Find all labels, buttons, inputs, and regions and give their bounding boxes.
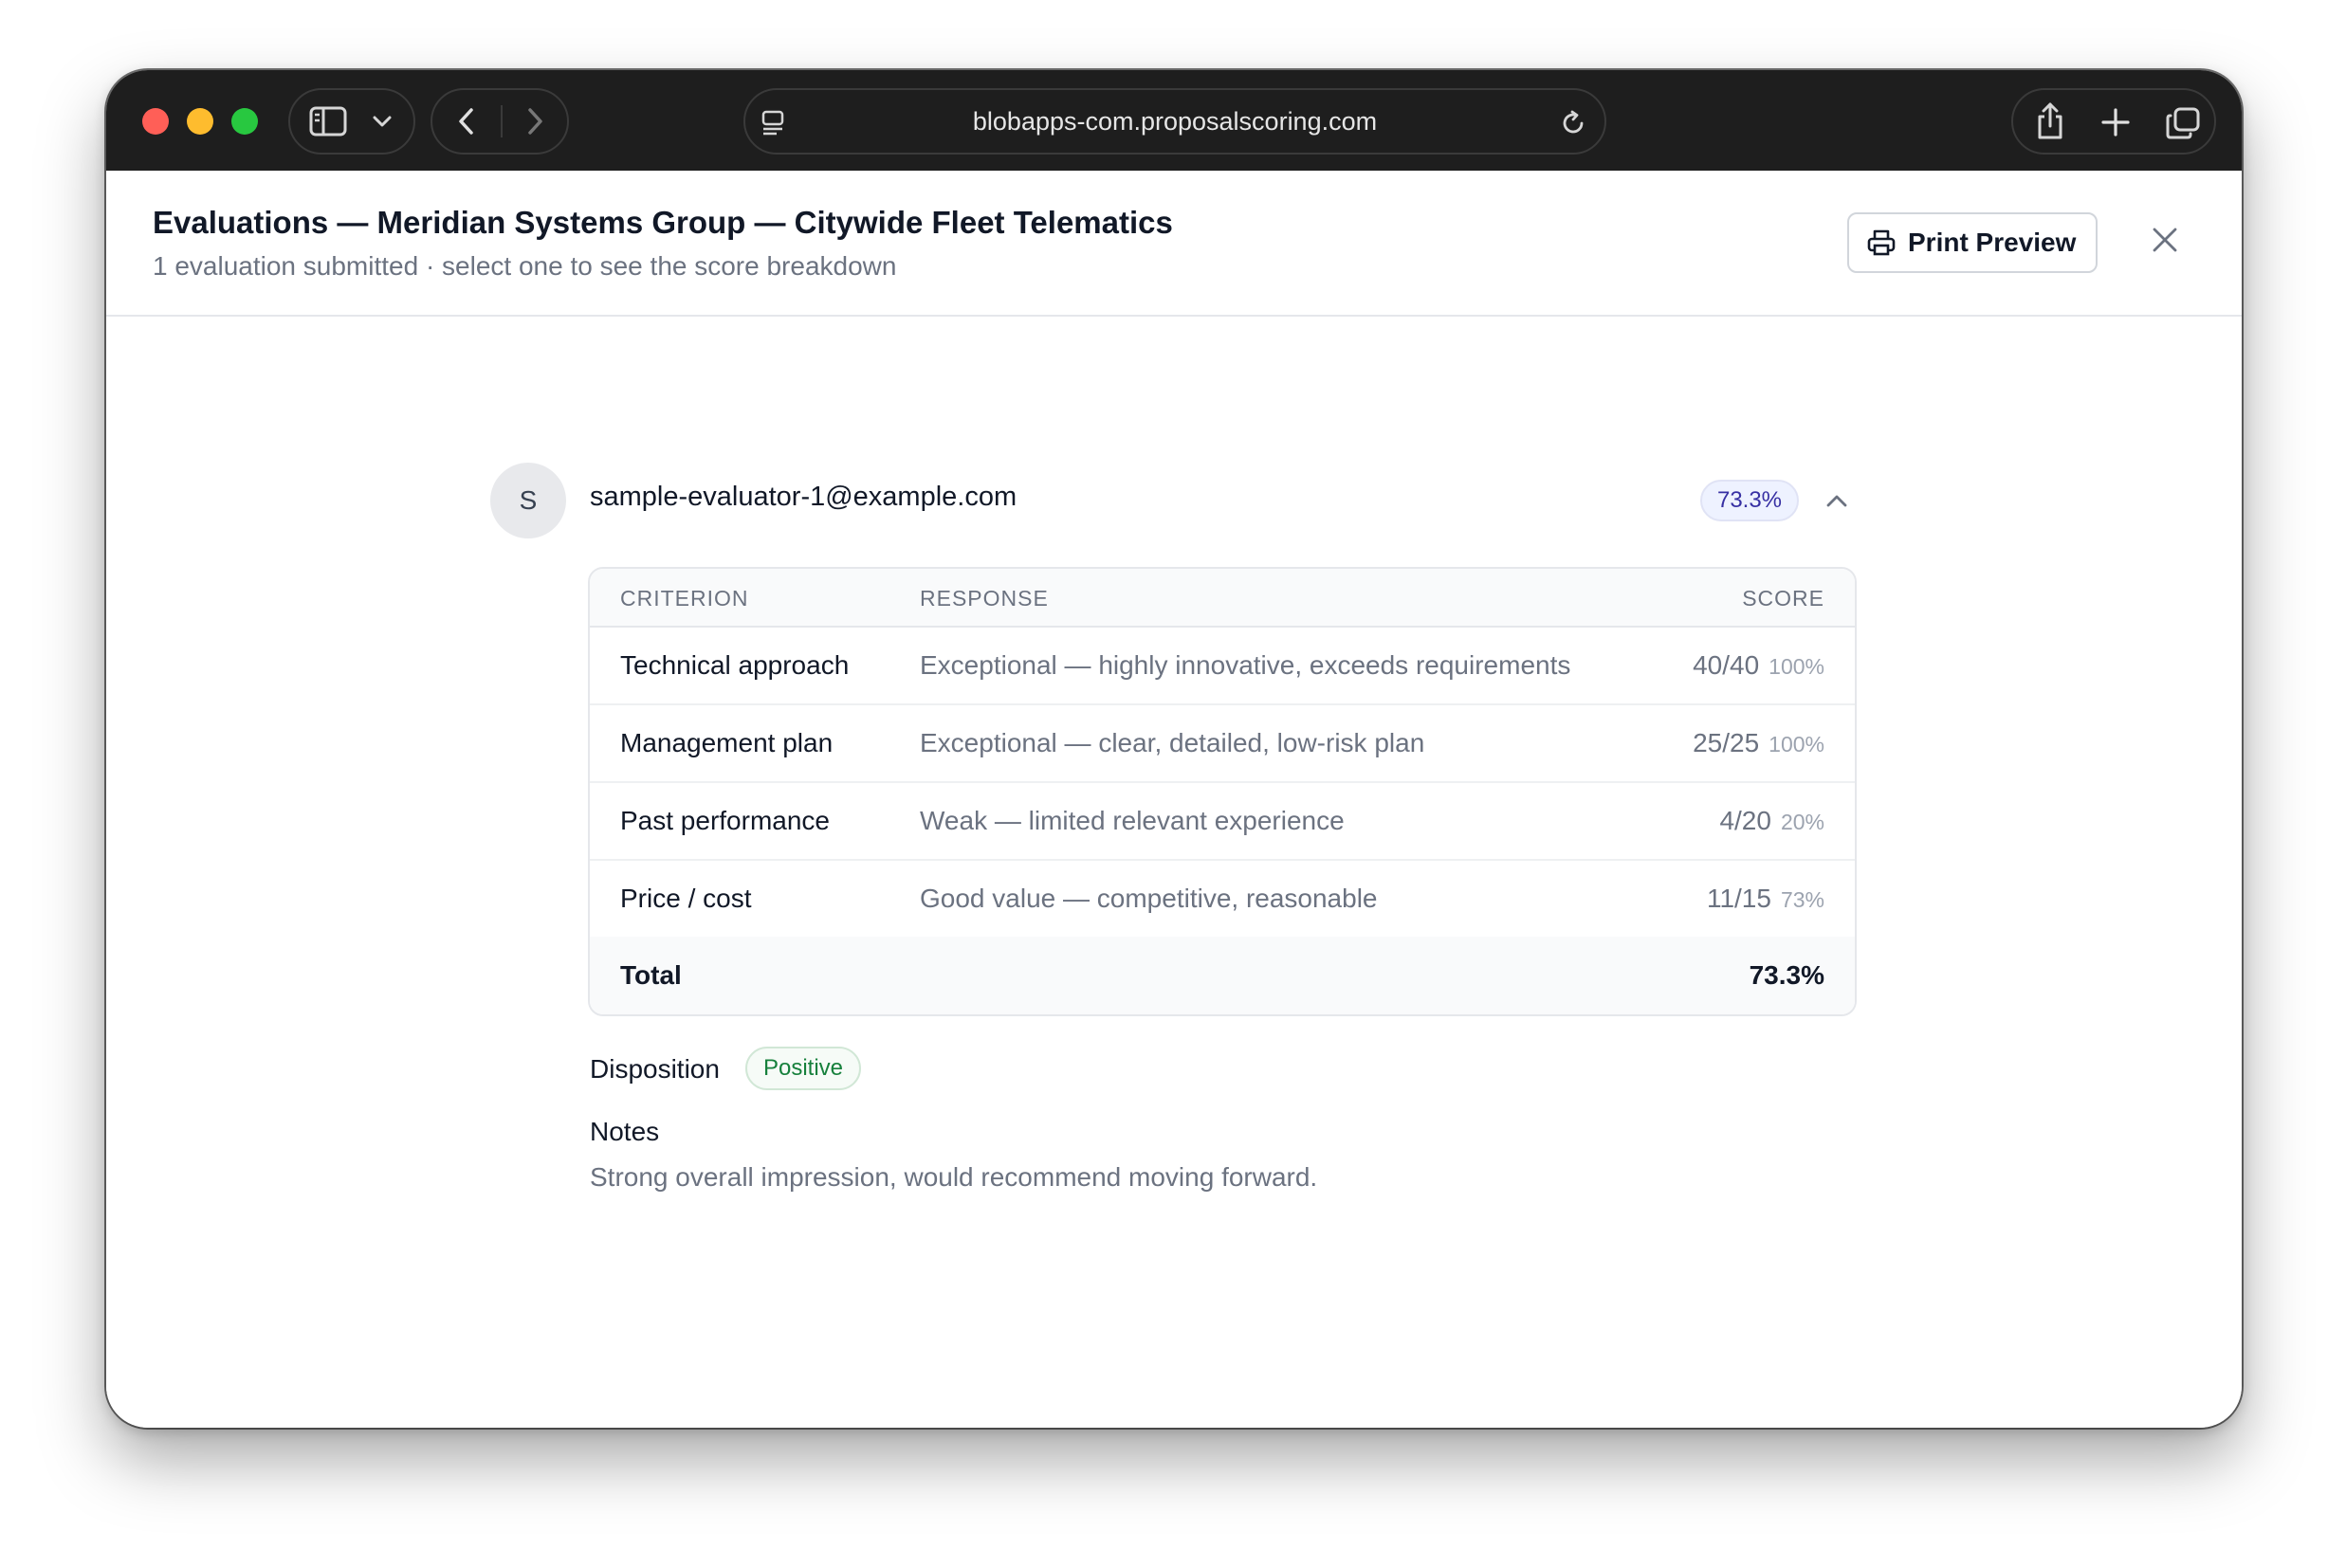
total-label: Total [620, 960, 682, 990]
total-row: Total 73.3% [590, 937, 1855, 1014]
navigation-group [431, 88, 569, 155]
score-cell: 4/20 20% [1719, 783, 1824, 864]
chevron-down-icon[interactable] [372, 113, 393, 130]
close-icon[interactable] [2149, 224, 2181, 256]
score-points: 4/20 [1719, 806, 1771, 835]
table-row: Technical approach Exceptional — highly … [590, 628, 1855, 705]
url-text[interactable]: blobapps-com.proposalscoring.com [745, 90, 1604, 153]
response-cell: Weak — limited relevant experience [920, 806, 1345, 835]
score-points: 40/40 [1693, 650, 1760, 680]
disposition-label: Disposition [590, 1054, 720, 1084]
plus-icon[interactable] [2100, 107, 2131, 137]
back-icon[interactable] [453, 107, 480, 136]
score-badge: 73.3% [1700, 480, 1799, 521]
browser-window: blobapps-com.proposalscoring.com Evaluat… [106, 70, 2242, 1428]
score-cell: 40/40 100% [1693, 628, 1824, 708]
notes-text: Strong overall impression, would recomme… [590, 1162, 1318, 1192]
criterion-cell: Price / cost [620, 884, 752, 913]
score-cell: 25/25 100% [1693, 705, 1824, 786]
zoom-window-button[interactable] [231, 108, 258, 135]
score-percent: 100% [1769, 654, 1824, 679]
nav-divider [501, 105, 503, 137]
criterion-cell: Management plan [620, 728, 834, 757]
table-row: Management plan Exceptional — clear, det… [590, 705, 1855, 783]
response-cell: Good value — competitive, reasonable [920, 884, 1378, 913]
criterion-cell: Technical approach [620, 650, 850, 680]
table-row: Past performance Weak — limited relevant… [590, 783, 1855, 861]
minimize-window-button[interactable] [187, 108, 213, 135]
score-breakdown-table: CRITERION RESPONSE SCORE Technical appro… [588, 567, 1857, 1016]
page-subtitle: 1 evaluation submitted · select one to s… [153, 251, 897, 281]
total-value: 73.3% [1749, 960, 1824, 990]
score-points: 25/25 [1693, 728, 1760, 757]
score-percent: 73% [1780, 887, 1824, 912]
table-header: CRITERION RESPONSE SCORE [590, 569, 1855, 628]
close-window-button[interactable] [142, 108, 169, 135]
table-row: Price / cost Good value — competitive, r… [590, 861, 1855, 939]
response-cell: Exceptional — highly innovative, exceeds… [920, 650, 1571, 680]
criterion-cell: Past performance [620, 806, 830, 835]
share-icon[interactable] [2034, 101, 2066, 141]
disposition-badge: Positive [745, 1047, 861, 1090]
chevron-up-icon[interactable] [1823, 487, 1851, 516]
printer-icon [1867, 229, 1896, 256]
browser-toolbar: blobapps-com.proposalscoring.com [106, 70, 2242, 171]
score-percent: 100% [1769, 732, 1824, 757]
forward-icon[interactable] [522, 107, 548, 136]
print-preview-label: Print Preview [1908, 228, 2077, 257]
tabs-icon[interactable] [2165, 106, 2201, 140]
address-bar[interactable]: blobapps-com.proposalscoring.com [743, 88, 1606, 155]
score-percent: 20% [1780, 810, 1824, 834]
avatar: S [490, 463, 566, 538]
sidebar-icon[interactable] [309, 105, 347, 137]
score-points: 11/15 [1706, 884, 1771, 913]
reload-icon[interactable] [1559, 109, 1587, 137]
column-header-response: RESPONSE [920, 586, 1049, 611]
score-cell: 11/15 73% [1707, 861, 1824, 941]
browser-actions-group [2011, 88, 2216, 155]
column-header-score: SCORE [1742, 586, 1824, 611]
page-header: Evaluations — Meridian Systems Group — C… [106, 171, 2242, 317]
page-content: Evaluations — Meridian Systems Group — C… [106, 171, 2242, 1428]
print-preview-button[interactable]: Print Preview [1847, 212, 2098, 273]
evaluator-email[interactable]: sample-evaluator-1@example.com [590, 482, 1017, 513]
sidebar-toggle-group [288, 88, 415, 155]
column-header-criterion: CRITERION [620, 586, 749, 611]
page-title: Evaluations — Meridian Systems Group — C… [153, 205, 1173, 240]
response-cell: Exceptional — clear, detailed, low-risk … [920, 728, 1425, 757]
notes-label: Notes [590, 1117, 660, 1146]
